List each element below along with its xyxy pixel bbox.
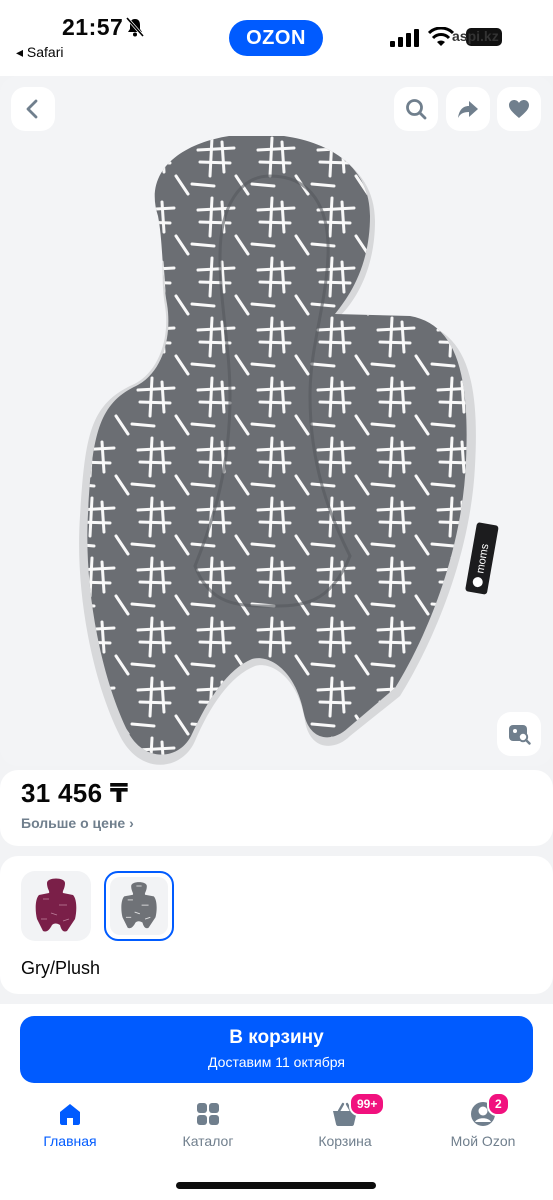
- product-image[interactable]: moms: [70, 136, 500, 766]
- tab-home-label: Главная: [43, 1133, 97, 1149]
- more-about-price-link[interactable]: Больше о цене ›: [21, 815, 134, 831]
- search-button[interactable]: [394, 87, 438, 131]
- cellular-signal-icon: [390, 29, 419, 47]
- search-icon: [406, 99, 427, 120]
- heart-icon: [509, 100, 529, 118]
- back-to-safari[interactable]: ◂ Safari: [16, 44, 64, 61]
- tab-catalog[interactable]: Каталог: [148, 1100, 268, 1149]
- tab-home[interactable]: Главная: [10, 1100, 130, 1149]
- tab-cart[interactable]: 99+ Корзина: [285, 1092, 405, 1149]
- variants-section: Gry/Plush: [0, 856, 553, 994]
- tab-cart-label: Корзина: [318, 1133, 372, 1149]
- ozon-logo: OZON: [229, 20, 323, 56]
- tab-my-ozon-label: Мой Ozon: [450, 1133, 516, 1149]
- back-icon: [26, 99, 38, 119]
- variant-thumb-plum[interactable]: [21, 871, 91, 941]
- image-search-icon: [509, 725, 531, 745]
- add-to-cart-label: В корзину: [229, 1027, 324, 1048]
- share-button[interactable]: [446, 87, 490, 131]
- grid-icon: [194, 1100, 222, 1128]
- wifi-icon: [428, 27, 454, 46]
- tab-my-ozon[interactable]: 2 Мой Ozon: [423, 1092, 543, 1149]
- favorite-button[interactable]: [497, 87, 541, 131]
- product-price: 31 456 ₸: [21, 778, 129, 808]
- tab-catalog-label: Каталог: [182, 1133, 234, 1149]
- clock: 21:57: [62, 14, 124, 40]
- delivery-date: Доставим 11 октября: [208, 1054, 345, 1070]
- watermark-text: aspi.kz: [452, 28, 499, 44]
- home-indicator[interactable]: [176, 1182, 376, 1189]
- product-gallery[interactable]: moms: [0, 76, 553, 766]
- status-bar: 21:57 ◂ Safari OZON aspi.kz: [0, 0, 553, 76]
- basket-icon: 99+: [331, 1092, 386, 1128]
- visual-search-button[interactable]: [497, 712, 541, 756]
- notifications-badge: 2: [487, 1092, 510, 1116]
- profile-icon: 2: [469, 1092, 510, 1128]
- variant-gray-image: [121, 882, 157, 929]
- add-to-cart-button[interactable]: В корзину Доставим 11 октября: [20, 1016, 533, 1083]
- cart-count-badge: 99+: [349, 1092, 386, 1116]
- variant-plum-image: [35, 878, 77, 932]
- variant-thumb-gray[interactable]: [104, 871, 174, 941]
- share-icon: [458, 101, 478, 118]
- bell-muted-icon: [126, 17, 144, 37]
- back-button[interactable]: [11, 87, 55, 131]
- price-section: 31 456 ₸ Больше о цене ›: [0, 770, 553, 846]
- selected-variant-name: Gry/Plush: [21, 958, 101, 978]
- home-icon: [56, 1100, 84, 1128]
